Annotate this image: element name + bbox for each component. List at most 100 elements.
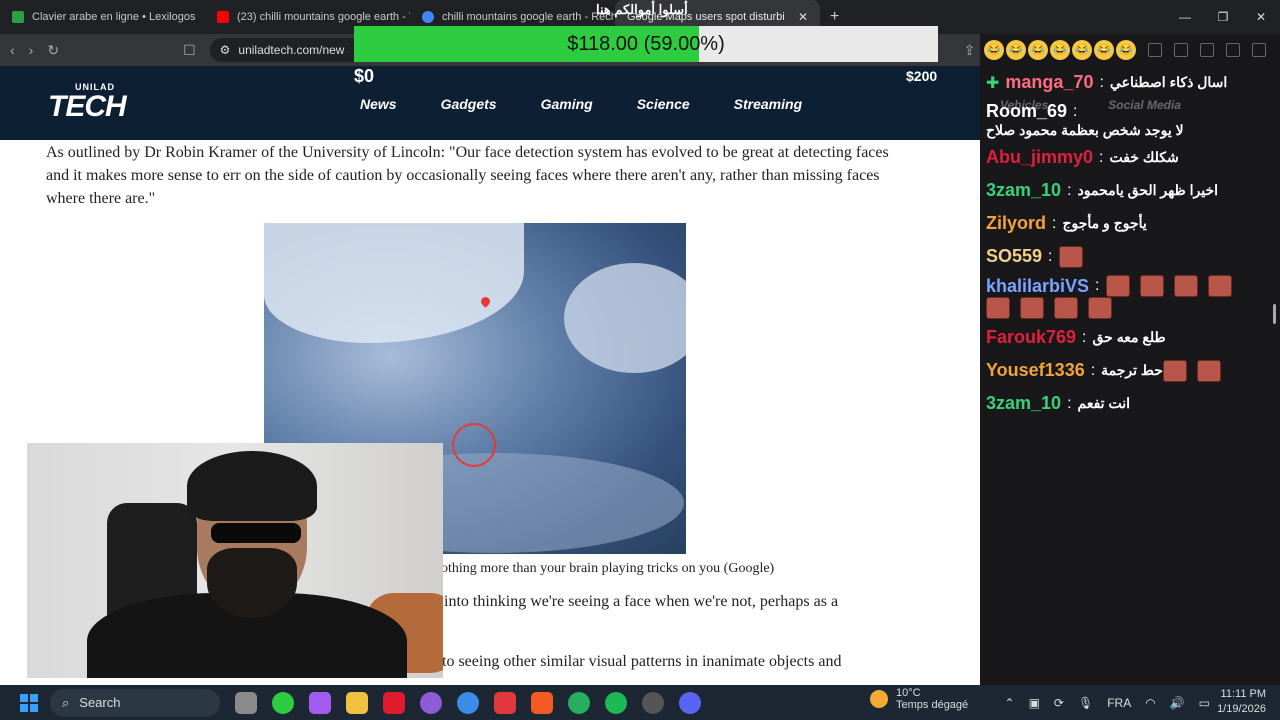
chat-separator: :	[1052, 214, 1057, 232]
utorrent-icon[interactable]	[568, 691, 590, 714]
chat-text: شكلك خفت	[1109, 149, 1179, 165]
chat-separator: :	[1095, 277, 1100, 294]
brave-icon[interactable]	[531, 691, 553, 714]
red-app-icon[interactable]	[383, 691, 405, 714]
nav-vehicles[interactable]: Vehicles	[1000, 98, 1048, 112]
donation-min: $0	[354, 66, 375, 86]
tab-lexilogos[interactable]: Clavier arabe en ligne • Lexilogos	[0, 0, 205, 34]
chat-separator: :	[1099, 148, 1104, 166]
volume-icon[interactable]: 🔊	[1170, 696, 1185, 710]
laugh-emoji-icon: 😂	[1072, 40, 1092, 60]
share-icon[interactable]: ⇪	[964, 42, 976, 59]
laugh-emoji-icon: 😂	[984, 40, 1004, 60]
chat-username[interactable]: 3zam_10	[986, 180, 1061, 201]
tab-title: Clavier arabe en ligne • Lexilogos	[32, 11, 196, 23]
main-nav: News Gadgets Gaming Science Streaming	[360, 96, 846, 112]
taskbar-search[interactable]: ⌕ Search	[50, 688, 220, 717]
chat-username[interactable]: manga_70	[1005, 72, 1093, 93]
chat-message: Farouk769: طلع معه حق	[980, 321, 1280, 354]
chat-separator: :	[1082, 328, 1087, 346]
chat-username[interactable]: 3zam_10	[986, 393, 1061, 414]
forward-icon[interactable]: ›	[29, 42, 34, 58]
bookmark-icon[interactable]: ☐	[183, 42, 196, 59]
edge-icon[interactable]	[457, 691, 479, 714]
reload-icon[interactable]: ↻	[47, 42, 59, 59]
obs-icon[interactable]	[642, 691, 664, 714]
emote-icon	[1020, 297, 1044, 319]
mod-badge-icon: ✚	[986, 74, 1000, 92]
hair-shape	[187, 451, 317, 521]
laugh-emoji-icon: 😂	[1094, 40, 1114, 60]
laugh-emoji-icon: 😂	[1006, 40, 1026, 60]
donation-max: $200	[906, 68, 938, 84]
terrain-shape	[564, 263, 686, 373]
file-explorer-icon[interactable]	[346, 691, 368, 714]
clock[interactable]: 11:11 PM 1/19/2026	[1217, 687, 1266, 717]
new-tab-button[interactable]: +	[830, 8, 839, 26]
close-tab-icon[interactable]: ✕	[798, 10, 808, 24]
battery-icon[interactable]: ▭	[1199, 696, 1210, 710]
ai-icon[interactable]	[1200, 43, 1214, 57]
url-text: uniladtech.com/new	[238, 43, 345, 57]
nav-news[interactable]: News	[360, 96, 397, 112]
chevron-up-icon[interactable]: ⌃	[1005, 696, 1015, 710]
site-info-icon[interactable]: ⚙	[220, 43, 231, 57]
plus-app-icon[interactable]	[272, 691, 294, 714]
shield-icon[interactable]	[1226, 43, 1240, 57]
weather-widget[interactable]: 10°C Temps dégagé	[870, 687, 968, 711]
close-window-icon[interactable]: ✕	[1242, 0, 1280, 34]
screen: Clavier arabe en ligne • Lexilogos (23) …	[0, 0, 1280, 720]
nav-streaming[interactable]: Streaming	[734, 96, 802, 112]
menu-icon[interactable]	[1252, 43, 1266, 57]
site-header: UNILAD TECH News Gadgets Gaming Science …	[0, 66, 980, 140]
wallet-icon[interactable]	[1174, 43, 1188, 57]
chat-separator: :	[1048, 247, 1053, 265]
sync-icon[interactable]: ⟳	[1054, 696, 1064, 710]
search-label: Search	[79, 695, 121, 710]
nav-gaming[interactable]: Gaming	[541, 96, 593, 112]
logo-tech[interactable]: TECH	[48, 90, 127, 124]
chat-message: 3zam_10: انت تفعم	[980, 387, 1280, 420]
minimize-icon[interactable]: —	[1166, 0, 1204, 34]
donation-title: أسلوا أموالكم هنا	[596, 2, 688, 17]
emote-icon	[1162, 359, 1187, 382]
laugh-emoji-icon: 😂	[1050, 40, 1070, 60]
language-indicator[interactable]: FRA	[1107, 696, 1131, 710]
chat-username[interactable]: khalilarbiVS	[986, 276, 1089, 297]
wps-icon[interactable]	[494, 691, 516, 714]
windows-start-icon[interactable]	[20, 693, 38, 712]
nav-science[interactable]: Science	[637, 96, 690, 112]
chat-text: حط ترجمة	[1101, 362, 1163, 378]
discord-icon[interactable]	[679, 691, 701, 714]
chat-username[interactable]: SO559	[986, 246, 1042, 267]
wifi-icon[interactable]: ◠	[1145, 696, 1155, 710]
microphone-icon[interactable]: 🎙	[1078, 696, 1093, 710]
spotify-icon[interactable]	[605, 691, 627, 714]
chat-username[interactable]: Yousef1336	[986, 360, 1085, 381]
chat-scrollbar[interactable]	[1273, 304, 1276, 324]
chat-username[interactable]: Farouk769	[986, 327, 1076, 348]
nav-gadgets[interactable]: Gadgets	[441, 96, 497, 112]
emote-icon	[1139, 275, 1164, 297]
back-icon[interactable]: ‹	[10, 42, 15, 58]
chat-text: طلع معه حق	[1092, 329, 1166, 345]
chat-separator: :	[1099, 73, 1104, 91]
article-paragraph: As outlined by Dr Robin Kramer of the Un…	[46, 144, 889, 207]
sidebar-icon[interactable]	[1148, 43, 1162, 57]
maximize-icon[interactable]: ❐	[1204, 0, 1242, 34]
emote-icon	[1054, 297, 1078, 319]
favicon-icon	[12, 11, 24, 23]
copilot-icon[interactable]	[309, 691, 331, 714]
chat-text: انت تفعم	[1077, 395, 1130, 411]
task-view-icon[interactable]	[235, 691, 257, 714]
donation-amount: $118.00 (59.00%)	[567, 33, 725, 55]
chat-panel: 😂 😂 😂 😂 😂 😂 😂 ✚ manga_70: اسال ذكاء اصطناع…	[980, 34, 1280, 685]
article-paragraph: to seeing other similar visual patterns …	[442, 653, 842, 670]
chat-username[interactable]: Zilyord	[986, 213, 1046, 234]
chat-username[interactable]: Abu_jimmy0	[986, 147, 1093, 168]
chat-app-icon[interactable]	[420, 691, 442, 714]
tray-app-icon[interactable]: ▣	[1029, 696, 1040, 710]
nav-social-media[interactable]: Social Media	[1108, 98, 1181, 112]
url-field[interactable]: ⚙ uniladtech.com/new	[209, 38, 370, 62]
chat-message: Zilyord: يأجوج و مأجوج	[980, 207, 1280, 240]
